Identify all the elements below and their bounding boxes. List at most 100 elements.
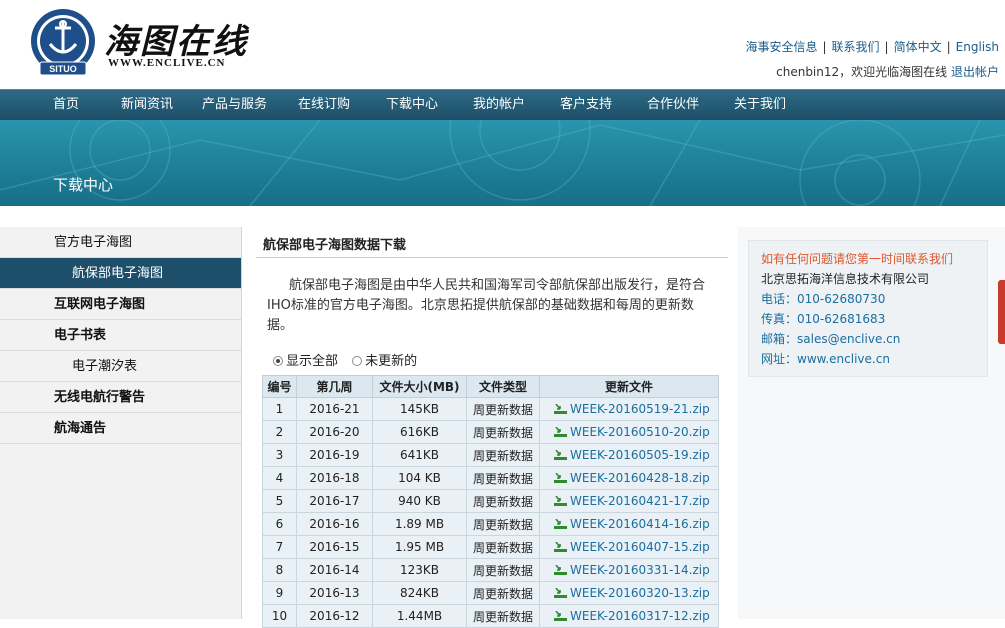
cell-file[interactable]: WEEK-20160505-19.zip [539,443,719,467]
fax-value: 010-62681683 [797,312,886,326]
cell-type: 周更新数据 [466,604,540,628]
filter-not-updated[interactable]: 未更新的 [352,354,417,369]
cell-file[interactable]: WEEK-20160519-21.zip [539,397,719,421]
main-nav: 首页 新闻资讯 产品与服务 在线订购 下载中心 我的帐户 客户支持 合作伙伴 关… [0,89,1005,120]
col-file-type: 文件类型 [466,375,540,398]
link-maritime-safety[interactable]: 海事安全信息 [745,40,817,54]
download-icon [554,404,567,414]
cell-file[interactable]: WEEK-20160421-17.zip [539,489,719,513]
download-icon [554,496,567,506]
brand-url: WWW.ENCLIVE.CN [108,57,226,69]
cell-size: 824KB [372,581,467,605]
title-divider [256,257,728,258]
file-link[interactable]: WEEK-20160510-20.zip [570,425,710,439]
cell-week: 2016-12 [296,604,373,628]
cell-size: 616KB [372,420,467,444]
cell-type: 周更新数据 [466,420,540,444]
logout-link[interactable]: 退出帐户 [951,65,999,79]
cell-type: 周更新数据 [466,535,540,559]
sidebar-item-notices-to-mariners[interactable]: 航海通告 [0,413,241,444]
file-link[interactable]: WEEK-20160421-17.zip [570,494,710,508]
nav-partners[interactable]: 合作伙伴 [647,90,699,120]
cell-size: 1.89 MB [372,512,467,536]
cell-file[interactable]: WEEK-20160331-14.zip [539,558,719,582]
table-row: 5 2016-17 940 KB 周更新数据 WEEK-20160421-17.zip [262,489,719,513]
cell-week: 2016-14 [296,558,373,582]
download-icon [554,565,567,575]
sidebar-item-radio-warnings[interactable]: 无线电航行警告 [0,382,241,413]
table-row: 6 2016-16 1.89 MB 周更新数据 WEEK-20160414-16.zip [262,512,719,536]
sidebar-item-internet-charts[interactable]: 互联网电子海图 [0,289,241,320]
file-link[interactable]: WEEK-20160407-15.zip [570,540,710,554]
file-link[interactable]: WEEK-20160414-16.zip [570,517,710,531]
filter-not-updated-label: 未更新的 [365,354,418,369]
cell-number: 2 [262,420,297,444]
cell-file[interactable]: WEEK-20160320-13.zip [539,581,719,605]
cell-week: 2016-17 [296,489,373,513]
nav-about[interactable]: 关于我们 [734,90,786,120]
download-icon [554,519,567,529]
cell-file[interactable]: WEEK-20160317-12.zip [539,604,719,628]
website-value[interactable]: www.enclive.cn [797,352,890,366]
file-link[interactable]: WEEK-20160320-13.zip [570,586,710,600]
file-link[interactable]: WEEK-20160428-18.zip [570,471,710,485]
cell-file[interactable]: WEEK-20160407-15.zip [539,535,719,559]
link-contact-us[interactable]: 联系我们 [832,40,880,54]
cell-size: 145KB [372,397,467,421]
download-table: 编号 第几周 文件大小(MB) 文件类型 更新文件 1 2016-21 145KB 周… [262,375,719,628]
cell-file[interactable]: WEEK-20160414-16.zip [539,512,719,536]
phone-value: 010-62680730 [797,292,886,306]
sidebar-item-e-books[interactable]: 电子书表 [0,320,241,351]
col-number: 编号 [262,375,297,398]
table-body: 1 2016-21 145KB 周更新数据 WEEK-20160519-21.zip 2 2… [262,397,719,628]
filter-show-all[interactable]: 显示全部 [273,354,338,369]
file-link[interactable]: WEEK-20160317-12.zip [570,609,710,623]
feedback-tab[interactable] [998,280,1005,344]
radio-unchecked-icon[interactable] [352,356,363,366]
cell-number: 10 [262,604,297,628]
sidebar-item-tide-tables[interactable]: 电子潮汐表 [0,351,241,382]
file-link[interactable]: WEEK-20160505-19.zip [570,448,710,462]
nav-news[interactable]: 新闻资讯 [121,90,173,120]
table-row: 4 2016-18 104 KB 周更新数据 WEEK-20160428-18.zip [262,466,719,490]
cell-week: 2016-18 [296,466,373,490]
sidebar-item-navigation-guarantee-charts[interactable]: 航保部电子海图 [0,258,241,289]
welcome-bar: chenbin12，欢迎光临海图在线 退出帐户 [776,63,999,80]
cell-number: 9 [262,581,297,605]
radio-checked-icon[interactable] [273,356,283,366]
contact-email: 邮箱：sales@enclive.cn [761,330,900,347]
nav-account[interactable]: 我的帐户 [473,90,525,120]
cell-week: 2016-15 [296,535,373,559]
website-label: 网址： [761,352,798,366]
cell-number: 7 [262,535,297,559]
cell-number: 3 [262,443,297,467]
cell-size: 641KB [372,443,467,467]
file-link[interactable]: WEEK-20160519-21.zip [570,402,710,416]
nav-downloads[interactable]: 下载中心 [386,90,438,120]
cell-number: 4 [262,466,297,490]
sidebar: 官方电子海图 航保部电子海图 互联网电子海图 电子书表 电子潮汐表 无线电航行警… [0,227,242,619]
email-value[interactable]: sales@enclive.cn [797,332,900,346]
sidebar-item-official-charts[interactable]: 官方电子海图 [0,227,241,258]
contact-fax: 传真：010-62681683 [761,310,885,327]
cell-file[interactable]: WEEK-20160510-20.zip [539,420,719,444]
nav-support[interactable]: 客户支持 [560,90,612,120]
contact-website: 网址：www.enclive.cn [761,350,890,367]
cell-week: 2016-20 [296,420,373,444]
banner-title: 下载中心 [53,176,114,194]
link-english[interactable]: English [956,40,999,54]
file-link[interactable]: WEEK-20160331-14.zip [570,563,710,577]
nav-home[interactable]: 首页 [53,90,79,120]
nav-products[interactable]: 产品与服务 [202,90,267,120]
filter-options: 显示全部 未更新的 [273,350,417,369]
link-simplified-chinese[interactable]: 简体中文 [894,40,942,54]
nav-order[interactable]: 在线订购 [298,90,350,120]
cell-size: 1.44MB [372,604,467,628]
anchor-emblem-icon[interactable]: SITUO [28,8,98,78]
cell-size: 940 KB [372,489,467,513]
cell-file[interactable]: WEEK-20160428-18.zip [539,466,719,490]
page-banner: 下载中心 [0,120,1005,206]
header: SITUO 海图在线 WWW.ENCLIVE.CN 海事安全信息 | 联系我们 | 简体… [0,0,1005,89]
table-row: 2 2016-20 616KB 周更新数据 WEEK-20160510-20.zip [262,420,719,444]
brand-name[interactable]: 海图在线 [104,14,248,63]
